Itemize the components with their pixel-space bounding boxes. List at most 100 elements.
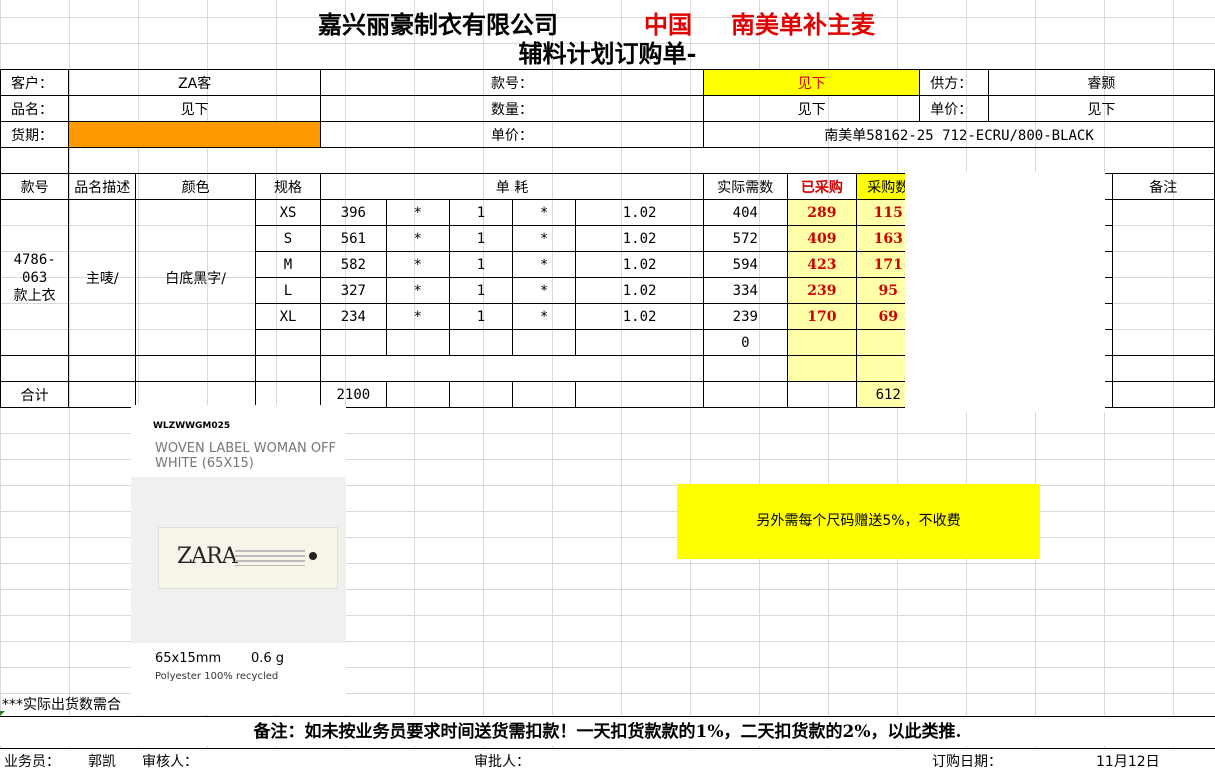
consume-cell[interactable]: 1 bbox=[448, 277, 513, 304]
order-date[interactable]: 11月12日 bbox=[1096, 751, 1160, 771]
consume-cell[interactable] bbox=[448, 329, 513, 356]
woven-label: ZARA bbox=[158, 527, 338, 589]
product-value[interactable]: 见下 bbox=[68, 95, 322, 122]
unit-price-value[interactable]: 见下 bbox=[987, 95, 1215, 122]
company-title: 嘉兴丽豪制衣有限公司 中国 南美单补主麦 bbox=[0, 2, 1215, 39]
price-label: 单价： bbox=[320, 121, 705, 148]
bought-cell[interactable]: 170 bbox=[786, 303, 858, 330]
label-name: WOVEN LABEL WOMAN OFF WHITE (65X15) bbox=[155, 441, 337, 471]
blank-cell bbox=[703, 355, 788, 382]
qty-cell[interactable]: 582 bbox=[320, 251, 387, 278]
header-style-no: 款号 bbox=[0, 173, 70, 200]
qty-label: 数量： bbox=[320, 95, 705, 122]
qty-cell[interactable] bbox=[320, 329, 387, 356]
factor-cell[interactable]: 1.02 bbox=[575, 277, 705, 304]
consume-cell[interactable]: 1 bbox=[448, 225, 513, 252]
need-cell[interactable]: 594 bbox=[703, 251, 788, 278]
consume-cell[interactable]: 1 bbox=[448, 199, 513, 226]
bought-cell[interactable]: 423 bbox=[786, 251, 858, 278]
mult-cell: * bbox=[511, 251, 577, 278]
delivery-value[interactable] bbox=[68, 121, 322, 148]
label-dimensions: 65x15mm bbox=[155, 651, 222, 666]
factor-cell[interactable]: 1.02 bbox=[575, 225, 705, 252]
qty-cell[interactable]: 234 bbox=[320, 303, 387, 330]
remark-cell[interactable] bbox=[1111, 199, 1215, 356]
penalty-remark: 备注：如未按业务员要求时间送货需扣款！一天扣货款款的1%，二天扣货款的2%，以此… bbox=[0, 716, 1215, 746]
factor-cell[interactable]: 1.02 bbox=[575, 251, 705, 278]
style-no-cell[interactable]: 4786-063 款上衣 bbox=[0, 199, 70, 356]
zara-logo: ZARA bbox=[177, 544, 238, 569]
header-desc: 品名描述 bbox=[68, 173, 137, 200]
blank-row bbox=[68, 147, 1215, 174]
consume-cell[interactable]: 1 bbox=[448, 303, 513, 330]
need-cell[interactable]: 0 bbox=[703, 329, 788, 356]
salesman-name[interactable]: 郭凯 bbox=[88, 751, 116, 771]
label-product-image[interactable]: WLZWWGM025 WOVEN LABEL WOMAN OFF WHITE (… bbox=[131, 405, 346, 715]
blank-cell bbox=[1111, 355, 1215, 382]
bought-cell[interactable] bbox=[786, 329, 858, 356]
shipment-note: ***实际出货数需合 bbox=[2, 697, 121, 713]
factor-cell[interactable]: 1.02 bbox=[575, 303, 705, 330]
size-cell[interactable]: L bbox=[254, 277, 322, 304]
header-need: 实际需数 bbox=[703, 173, 788, 200]
blank-cell bbox=[254, 381, 322, 408]
qty-cell[interactable]: 327 bbox=[320, 277, 387, 304]
supplier-label: 供方： bbox=[919, 69, 989, 96]
header-bought: 已采购 bbox=[786, 173, 858, 200]
consume-cell[interactable]: 1 bbox=[448, 251, 513, 278]
size-cell[interactable]: S bbox=[254, 225, 322, 252]
total-qty[interactable]: 2100 bbox=[320, 381, 387, 408]
order-note[interactable]: 南美单58162-25 712-ECRU/800-BLACK bbox=[703, 121, 1215, 148]
need-cell[interactable]: 404 bbox=[703, 199, 788, 226]
mult-cell: * bbox=[385, 199, 450, 226]
mult-cell: * bbox=[511, 225, 577, 252]
mult-cell bbox=[385, 329, 450, 356]
mult-cell: * bbox=[511, 277, 577, 304]
size-cell[interactable] bbox=[254, 329, 322, 356]
blank-cell bbox=[385, 381, 450, 408]
qty-value[interactable]: 见下 bbox=[703, 95, 921, 122]
mult-cell bbox=[511, 329, 577, 356]
company-name: 嘉兴丽豪制衣有限公司 bbox=[318, 10, 558, 39]
size-cell[interactable]: M bbox=[254, 251, 322, 278]
need-cell[interactable]: 334 bbox=[703, 277, 788, 304]
blank-cell bbox=[703, 381, 788, 408]
approver-label: 审批人： bbox=[474, 754, 530, 770]
blank-cell bbox=[68, 355, 137, 382]
bought-cell[interactable]: 409 bbox=[786, 225, 858, 252]
need-cell[interactable]: 572 bbox=[703, 225, 788, 252]
need-cell[interactable]: 239 bbox=[703, 303, 788, 330]
label-code: WLZWWGM025 bbox=[153, 421, 231, 431]
size-cell[interactable]: XS bbox=[254, 199, 322, 226]
blank-cell bbox=[1111, 381, 1215, 408]
blank-cell bbox=[0, 355, 70, 382]
blank-cell bbox=[448, 381, 513, 408]
reviewer-label: 审核人： bbox=[142, 754, 198, 770]
size-cell[interactable]: XL bbox=[254, 303, 322, 330]
blank-cell bbox=[786, 381, 858, 408]
mult-cell: * bbox=[511, 199, 577, 226]
header-size: 规格 bbox=[254, 173, 322, 200]
title-order-type: 南美单补主麦 bbox=[731, 10, 875, 39]
bought-cell[interactable]: 239 bbox=[786, 277, 858, 304]
blank-cell bbox=[135, 381, 256, 408]
desc-cell[interactable]: 主唛/ bbox=[68, 199, 137, 356]
label-dot bbox=[309, 552, 317, 560]
factor-cell[interactable]: 1.02 bbox=[575, 199, 705, 226]
mult-cell: * bbox=[385, 303, 450, 330]
customer-value[interactable]: ZA客 bbox=[68, 69, 322, 96]
label-material: Polyester 100% recycled bbox=[155, 671, 279, 682]
bought-cell[interactable]: 289 bbox=[786, 199, 858, 226]
factor-cell[interactable] bbox=[575, 329, 705, 356]
qty-cell[interactable]: 561 bbox=[320, 225, 387, 252]
free-extra-note[interactable]: 另外需每个尺码赠送5%，不收费 bbox=[677, 484, 1040, 559]
blank-cell bbox=[135, 355, 256, 382]
redacted-area bbox=[905, 172, 1105, 412]
blank-cell bbox=[68, 381, 137, 408]
mult-cell: * bbox=[385, 225, 450, 252]
color-cell[interactable]: 白底黑字/ bbox=[135, 199, 256, 356]
delivery-label: 货期： bbox=[0, 121, 70, 148]
style-value[interactable]: 见下 bbox=[703, 69, 921, 96]
supplier-value[interactable]: 睿颢 bbox=[987, 69, 1215, 96]
qty-cell[interactable]: 396 bbox=[320, 199, 387, 226]
